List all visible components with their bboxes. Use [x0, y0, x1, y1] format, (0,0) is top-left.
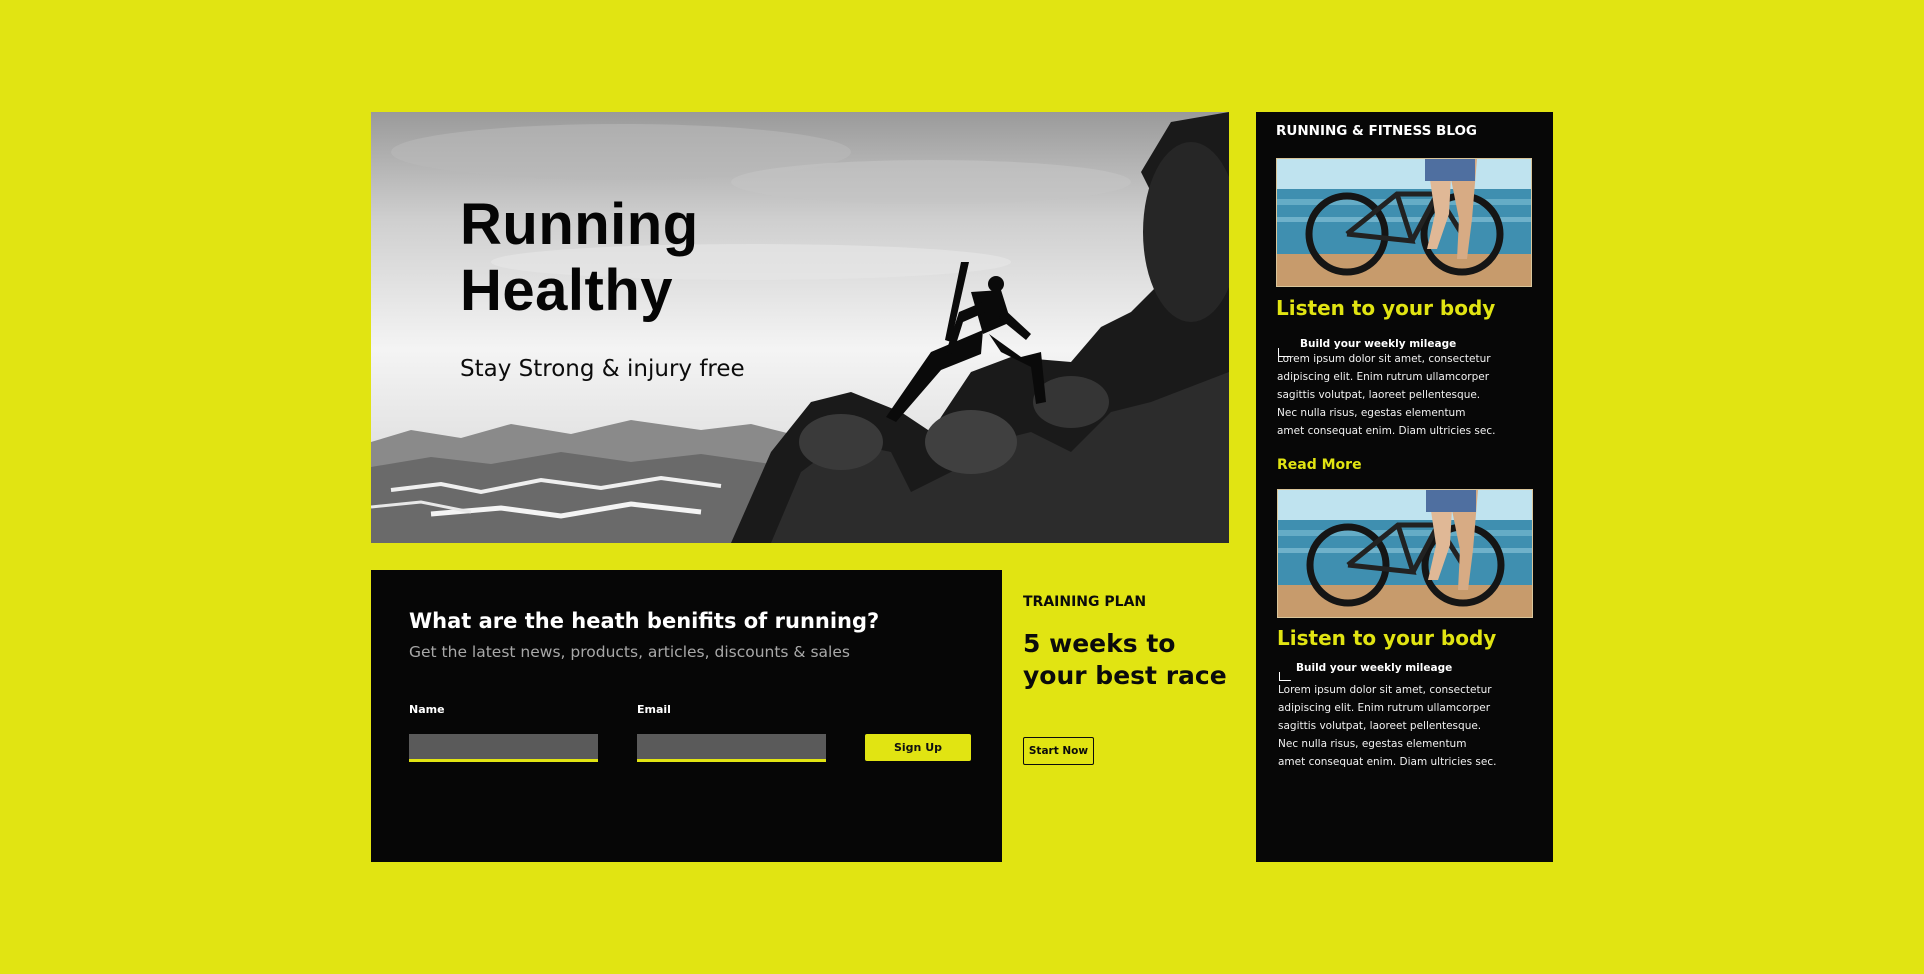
training-plan-title: 5 weeks to your best race	[1023, 629, 1227, 690]
post-body-line: amet consequat enim. Diam ultricies sec.	[1277, 425, 1496, 437]
name-label: Name	[409, 703, 445, 716]
training-plan-kicker: TRAINING PLAN	[1023, 594, 1147, 610]
arrow-icon	[1279, 672, 1291, 681]
post-subtitle: Build your weekly mileage	[1296, 662, 1453, 674]
post-body: Lorem ipsum dolor sit amet, consectetur …	[1278, 681, 1496, 771]
hero-subtitle: Stay Strong & injury free	[460, 356, 745, 382]
bicycle-image	[1278, 490, 1532, 617]
post-body-line: Lorem ipsum dolor sit amet, consectetur	[1278, 684, 1492, 696]
post-body-line: adipiscing elit. Enim rutrum ullamcorper	[1277, 371, 1490, 383]
post-body-line: Nec nulla risus, egestas elementum	[1278, 738, 1467, 750]
hero-title: Running Healthy	[460, 192, 699, 324]
post-body-line: Nec nulla risus, egestas elementum	[1277, 407, 1466, 419]
newsletter-title: What are the heath benifits of running?	[409, 609, 880, 633]
blog-heading: RUNNING & FITNESS BLOG	[1276, 123, 1478, 139]
email-input[interactable]	[637, 734, 826, 762]
read-more-link[interactable]: Read More	[1277, 457, 1362, 473]
blog-sidebar: RUNNING & FITNESS BLOG Listen to your bo…	[1256, 112, 1553, 862]
hero-mountain-climber-image	[371, 112, 1229, 543]
signup-button[interactable]: Sign Up	[865, 734, 971, 761]
newsletter-panel: What are the heath benifits of running? …	[371, 570, 1002, 862]
post-title[interactable]: Listen to your body	[1276, 296, 1495, 320]
post-body-line: amet consequat enim. Diam ultricies sec.	[1278, 756, 1497, 768]
hero-title-line2: Healthy	[460, 258, 674, 323]
post-body-line: adipiscing elit. Enim rutrum ullamcorper	[1278, 702, 1491, 714]
hero-title-line1: Running	[460, 192, 699, 257]
post-body-line: sagittis volutpat, laoreet pellentesque.	[1277, 389, 1481, 401]
post-body-line: sagittis volutpat, laoreet pellentesque.	[1278, 720, 1482, 732]
hero-banner: Running Healthy Stay Strong & injury fre…	[371, 112, 1229, 543]
newsletter-subtitle: Get the latest news, products, articles,…	[409, 643, 850, 661]
name-input[interactable]	[409, 734, 598, 762]
post-body-line: Lorem ipsum dolor sit amet, consectetur	[1277, 353, 1491, 365]
post-image-bicycle[interactable]	[1276, 158, 1532, 287]
start-now-button[interactable]: Start Now	[1023, 737, 1094, 765]
post-subtitle: Build your weekly mileage	[1300, 338, 1457, 350]
post-body: Lorem ipsum dolor sit amet, consectetur …	[1277, 350, 1495, 440]
email-label: Email	[637, 703, 671, 716]
bicycle-image	[1277, 159, 1531, 286]
post-title[interactable]: Listen to your body	[1277, 626, 1496, 650]
post-image-bicycle[interactable]	[1277, 489, 1533, 618]
